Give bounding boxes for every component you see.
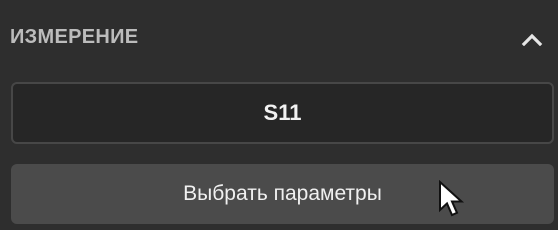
- select-parameters-label: Выбрать параметры: [183, 182, 382, 205]
- chevron-up-icon: [521, 33, 543, 46]
- measurement-value-field[interactable]: S11: [11, 82, 554, 144]
- measurement-value: S11: [263, 100, 302, 125]
- measurement-panel: ИЗМЕРЕНИЕ S11 Выбрать параметры: [0, 0, 558, 230]
- section-title: ИЗМЕРЕНИЕ: [10, 26, 139, 48]
- select-parameters-button[interactable]: Выбрать параметры: [11, 164, 554, 224]
- collapse-button[interactable]: [512, 22, 552, 56]
- section-header[interactable]: ИЗМЕРЕНИЕ: [0, 0, 558, 72]
